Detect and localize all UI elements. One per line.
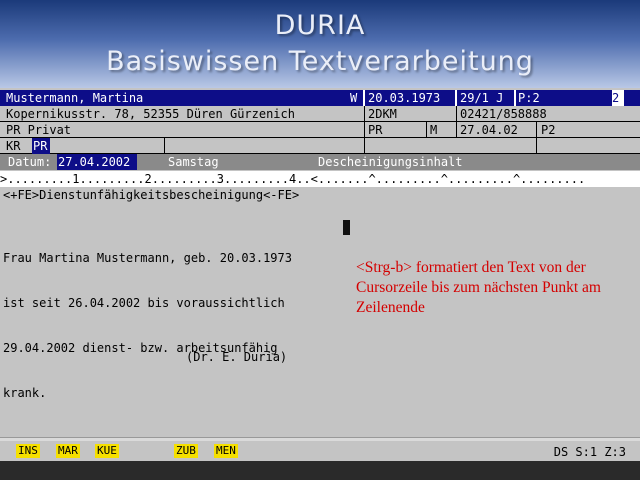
datum-label: Datum: xyxy=(8,155,52,169)
divider xyxy=(363,90,365,106)
fkey-kue[interactable]: KUE xyxy=(95,444,119,458)
body-line: ist seit 26.04.2002 bis voraussichtlich xyxy=(3,296,285,310)
kr-row: KR PR xyxy=(0,138,640,154)
text-cursor xyxy=(343,220,350,235)
patient-phone: 02421/858888 xyxy=(460,107,547,121)
fkey-mar[interactable]: MAR xyxy=(56,444,80,458)
divider xyxy=(0,437,640,441)
app-title: DURIA xyxy=(274,10,366,41)
tutorial-callout: <Strg-b> formatiert den Text von der Cur… xyxy=(356,259,601,316)
page-indicator: P:2 xyxy=(518,91,540,105)
insurance-short: PR xyxy=(368,123,383,137)
fkey-ins[interactable]: INS xyxy=(16,444,40,458)
datum-bar: Datum: 27.04.2002 Samstag Descheinigungs… xyxy=(0,154,640,170)
body-line: krank. xyxy=(3,386,47,400)
divider xyxy=(536,122,537,138)
insurance-extra: P2 xyxy=(541,123,556,137)
counter-badge: 2 xyxy=(612,90,624,106)
divider xyxy=(455,90,457,106)
datum-field[interactable]: 27.04.2002 xyxy=(57,154,137,170)
insurance-row: PR Privat PR M 27.04.02 P2 xyxy=(0,122,640,138)
fkey-men[interactable]: MEN xyxy=(214,444,238,458)
tab-ruler[interactable]: >.........1.........2.........3.........… xyxy=(0,171,640,187)
divider xyxy=(456,122,457,138)
address-row: Kopernikusstr. 78, 52355 Düren Gürzenich… xyxy=(0,106,640,122)
section-heading: Descheinigungsinhalt xyxy=(318,155,463,169)
kr-label: KR xyxy=(6,139,21,153)
divider xyxy=(456,106,457,122)
patient-age: 29/1 J xyxy=(460,91,504,105)
title-banner: DURIA Basiswissen Textverarbeitung xyxy=(0,0,640,88)
divider xyxy=(514,90,516,106)
insurance-date: 27.04.02 xyxy=(460,123,518,137)
terminal-screen: Mustermann, Martina W 20.03.1973 29/1 J … xyxy=(0,88,640,480)
patient-sex: W xyxy=(350,91,358,105)
kr-value[interactable]: PR xyxy=(32,138,50,154)
patient-code: 2DKM xyxy=(368,107,397,121)
divider xyxy=(536,138,537,154)
form-type-line: <+FE>Dienstunfähigkeitsbescheinigung<-FE… xyxy=(3,188,300,202)
status-bar: INS MAR KUE ZUB MEN DS S:1 Z:3 xyxy=(0,444,640,460)
divider xyxy=(364,138,365,154)
patient-header-row: Mustermann, Martina W 20.03.1973 29/1 J … xyxy=(0,90,640,106)
signature: (Dr. E. Duria) xyxy=(186,350,288,364)
body-line: Frau Martina Mustermann, geb. 20.03.1973 xyxy=(3,251,292,265)
divider xyxy=(426,122,427,138)
divider xyxy=(364,122,365,138)
patient-dob: 20.03.1973 xyxy=(368,91,441,105)
document-body[interactable]: Frau Martina Mustermann, geb. 20.03.1973… xyxy=(3,221,292,431)
divider xyxy=(164,138,165,154)
divider xyxy=(364,106,365,122)
app-subtitle: Basiswissen Textverarbeitung xyxy=(106,46,534,77)
status-position: DS S:1 Z:3 xyxy=(553,445,626,459)
patient-name[interactable]: Mustermann, Martina xyxy=(6,90,346,106)
insurance-flag: M xyxy=(430,123,438,137)
fkey-zub[interactable]: ZUB xyxy=(174,444,198,458)
insurance-type[interactable]: PR Privat xyxy=(6,122,356,138)
weekday: Samstag xyxy=(168,155,219,169)
patient-address[interactable]: Kopernikusstr. 78, 52355 Düren Gürzenich xyxy=(6,106,356,122)
bottom-strip xyxy=(0,461,640,480)
